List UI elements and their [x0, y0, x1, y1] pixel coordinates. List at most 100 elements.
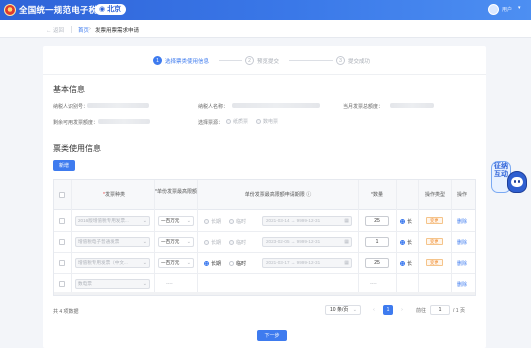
floating-assistant[interactable]: 征纳互动 — [491, 161, 529, 201]
invoice-type-select[interactable]: 增值税专用发票（中文... ⌄ — [75, 258, 150, 268]
next-page-button[interactable]: › — [397, 305, 407, 315]
column-limit-period: 单份发票最高限额申请期限 ⓘ — [244, 192, 312, 198]
goto-page-input[interactable]: 1 — [430, 305, 450, 315]
step-2-number: 2 — [245, 56, 254, 65]
step-2-label: 预览提交 — [257, 58, 280, 65]
page-number-1[interactable]: 1 — [383, 305, 393, 315]
radio-icon — [400, 240, 405, 246]
taxpayer-id-label: 纳税人识别号： — [53, 104, 89, 110]
row-checkbox[interactable] — [59, 218, 65, 224]
ticket-source-label: 选择票源： — [198, 120, 224, 126]
tax-emblem-icon — [4, 4, 16, 16]
long-period-radio[interactable]: 长 — [400, 260, 412, 267]
period-temp-radio[interactable]: 临时 — [229, 218, 246, 225]
section-divider — [43, 74, 486, 75]
date-range-picker[interactable]: 2021-03-17 → 9999-12-31 ▦ — [262, 258, 352, 268]
period-long-radio[interactable]: 长期 — [204, 218, 221, 225]
breadcrumb-home-link[interactable]: 首页 — [78, 26, 89, 34]
delete-row-link[interactable]: 删除 — [457, 239, 467, 246]
delete-row-link[interactable]: 删除 — [457, 281, 467, 288]
limit-select[interactable]: 一百万元 ⌄ — [158, 258, 194, 268]
info-icon[interactable]: ⓘ — [306, 192, 311, 198]
chevron-down-icon: ⌄ — [142, 281, 147, 287]
chevron-down-icon[interactable]: ▾ — [518, 5, 521, 11]
column-invoice-type: *发票种类 — [103, 192, 125, 198]
radio-icon — [204, 240, 209, 246]
column-max-limit: *单份发票最高限额 — [155, 189, 197, 195]
invoice-type-select[interactable]: 2016版增值税专用发票... ⌄ — [75, 216, 150, 226]
column-operation-type: 操作类型 — [424, 192, 445, 198]
chevron-down-icon: ⌄ — [142, 239, 147, 245]
robot-face — [511, 177, 523, 187]
top-navigation-bar: 全国统一规范电子税务局 ◉ 北京 用户 ▾ — [0, 0, 531, 20]
ticket-source-paper[interactable]: 纸质票 — [226, 118, 248, 125]
radio-icon — [229, 219, 234, 225]
ticket-source-digital[interactable]: 数电票 — [256, 118, 278, 125]
delete-row-link[interactable]: 删除 — [457, 218, 467, 225]
horizontal-scrollbar[interactable] — [54, 292, 475, 295]
usage-info-title: 票类使用信息 — [53, 144, 101, 153]
taxpayer-name-value — [232, 103, 320, 108]
radio-icon — [229, 240, 234, 246]
calendar-icon: ▦ — [344, 260, 349, 266]
step-3-number: 3 — [336, 56, 345, 65]
row-checkbox[interactable] — [59, 281, 65, 287]
long-period-radio[interactable]: 长 — [400, 239, 412, 246]
step-3-label: 提交成功 — [348, 58, 371, 65]
calendar-icon: ▦ — [344, 218, 349, 224]
calendar-icon: ▦ — [344, 239, 349, 245]
step-connector — [289, 60, 333, 61]
row-checkbox[interactable] — [59, 239, 65, 245]
main-card: 1 选择票类使用信息 2 预览提交 3 提交成功 基本信息 纳税人识别号： 纳税… — [43, 46, 486, 348]
count-input[interactable]: 25 — [365, 258, 389, 268]
invoice-type-select[interactable]: 数电票 ⌄ — [75, 279, 150, 289]
page-size-select[interactable]: 10 条/页 ⌄ — [325, 305, 361, 315]
step-2: 2 预览提交 — [245, 56, 279, 65]
row-checkbox[interactable] — [59, 260, 65, 266]
step-connector — [219, 60, 242, 61]
count-input[interactable]: 1 — [365, 237, 389, 247]
robot-eye — [518, 180, 520, 183]
region-label: 北京 — [107, 6, 122, 13]
prev-page-button[interactable]: ‹ — [369, 305, 379, 315]
remaining-quota-value — [98, 119, 150, 124]
add-row-button[interactable]: 新增 — [53, 160, 75, 171]
table-row: 2016版增值税专用发票... ⌄ 一百万元 ⌄ 长期 临时 2021-03-14 … — [54, 211, 475, 232]
select-all-checkbox[interactable] — [59, 192, 65, 198]
period-long-radio[interactable]: 长期 — [204, 239, 221, 246]
count-input[interactable]: 25 — [365, 216, 389, 226]
total-count: 共 4 项数据 — [53, 309, 79, 315]
period-temp-radio[interactable]: 临时 — [229, 239, 246, 246]
chevron-down-icon: ⌄ — [186, 218, 191, 224]
period-long-radio[interactable]: 长期 — [204, 260, 221, 267]
taxpayer-id-value — [87, 103, 149, 108]
step-3: 3 提交成功 — [336, 56, 370, 65]
user-avatar[interactable] — [488, 4, 499, 15]
invoice-type-select[interactable]: 增值税电子普通发票 ⌄ — [75, 237, 150, 247]
current-quota-label: 当月发票总额度： — [343, 104, 384, 110]
limit-select[interactable]: 一百万元 ⌄ — [158, 237, 194, 247]
period-temp-radio[interactable]: 临时 — [229, 260, 246, 267]
limit-select[interactable]: 一百万元 ⌄ — [158, 216, 194, 226]
breadcrumb-current-page: 发票用票需求申请 — [95, 28, 140, 34]
invoice-usage-table: *发票种类 *单份发票最高限额 单份发票最高限额申请期限 ⓘ *数量 操作类型 … — [53, 179, 476, 296]
radio-icon — [204, 261, 209, 267]
robot-eye — [514, 180, 516, 183]
back-button[interactable]: ← 返回 — [46, 26, 64, 34]
breadcrumb-separator: › — [89, 26, 91, 32]
region-selector[interactable]: ◉ 北京 — [95, 4, 127, 15]
robot-icon[interactable] — [507, 171, 527, 193]
radio-icon — [204, 219, 209, 225]
long-period-radio[interactable]: 长 — [400, 218, 412, 225]
chevron-down-icon: ⌄ — [142, 260, 147, 266]
remaining-quota-label: 剩余可用发票额度： — [53, 120, 99, 126]
delete-row-link[interactable]: 删除 — [457, 260, 467, 267]
table-header: *发票种类 *单份发票最高限额 单份发票最高限额申请期限 ⓘ *数量 操作类型 … — [54, 180, 475, 210]
date-range-picker[interactable]: 2023-02-05 → 9999-12-31 ▦ — [262, 237, 352, 247]
current-quota-value — [390, 103, 434, 108]
next-step-button[interactable]: 下一步 — [257, 330, 287, 341]
user-name[interactable]: 用户 — [502, 6, 512, 13]
date-range-picker[interactable]: 2021-03-14 → 9999-12-31 ▦ — [262, 216, 352, 226]
column-count: *数量 — [371, 192, 383, 198]
goto-prefix: 前往 — [416, 308, 427, 314]
